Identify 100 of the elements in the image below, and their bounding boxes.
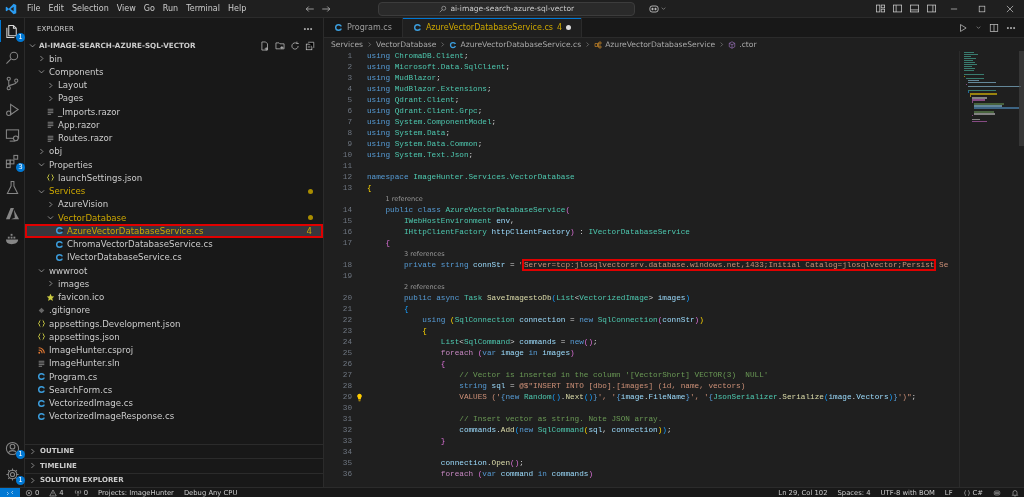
tree-item[interactable]: AzureVision [25,197,323,211]
chevron-right-icon [37,54,46,64]
tree-item[interactable]: bin [25,52,323,66]
lines-file-icon [46,120,55,130]
tree-item[interactable]: obj [25,144,323,158]
layout-icon[interactable] [892,3,903,14]
caret-icon[interactable] [660,5,668,12]
copilot-icon[interactable] [648,2,661,15]
tree-item[interactable]: ImageHunter.sln [25,356,323,370]
csharp-file-icon [55,226,64,236]
diamond-icon [37,305,46,315]
layout-icon[interactable] [875,3,886,14]
editor-tab[interactable]: AzureVectorDatabaseService.cs 4 [402,18,583,37]
menu-item[interactable]: Help [224,3,251,14]
cube-icon [728,40,737,49]
chevron-right-icon [37,146,46,156]
csharp-file-icon [37,385,46,395]
menu-item[interactable]: Terminal [182,3,224,14]
tree-item[interactable]: IVectorDatabaseService.cs [25,250,323,264]
settings-icon[interactable] [5,466,20,482]
csharp-file-icon [55,252,64,262]
run-icon[interactable] [958,22,968,33]
forward-arrow-icon[interactable] [321,3,332,14]
tree-item[interactable]: ImageHunter.csproj [25,343,323,357]
chevron-right-icon [718,41,726,48]
layout-icon[interactable] [926,3,937,14]
search-icon [439,4,448,13]
chevron-right-icon [366,41,374,48]
tree-item[interactable]: Services [25,184,323,198]
back-arrow-icon[interactable] [305,3,316,14]
lightbulb-icon[interactable] [355,393,364,402]
tree-item[interactable]: AzureVectorDatabaseService.cs 4 [25,224,323,238]
new-file-icon[interactable] [260,40,270,51]
chevron-right-icon [46,199,55,209]
extensions-icon[interactable] [5,153,20,169]
menu-item[interactable]: Run [158,3,183,14]
tree-item[interactable]: ChromaVectorDatabaseService.cs [25,237,323,251]
run-debug-icon[interactable] [5,101,20,117]
project-file-icon [37,345,46,355]
tree-item[interactable]: .gitignore [25,303,323,317]
source-control-icon[interactable] [5,75,20,91]
csharp-file-icon [55,239,64,249]
tree-item[interactable]: Routes.razor [25,131,323,145]
menu-item[interactable]: Selection [67,3,113,14]
chevron-right-icon [584,41,592,48]
azure-icon[interactable] [5,205,20,221]
csharp-file-icon [37,398,46,408]
flask-icon[interactable] [5,179,20,195]
tree-item[interactable]: images [25,277,323,291]
tree-item[interactable]: Pages [25,91,323,105]
account-icon[interactable] [5,440,20,456]
csharp-file-icon [37,411,46,421]
split-editor-icon[interactable] [989,22,999,33]
lines-file-icon [46,133,55,143]
star-icon [46,292,55,302]
tree-item[interactable]: wwwroot [25,264,323,278]
menu-item[interactable]: Edit [44,3,68,14]
tree-item[interactable]: favicon.ico [25,290,323,304]
refresh-icon[interactable] [290,40,300,51]
tree-item[interactable]: _Imports.razor [25,105,323,119]
tree-item[interactable]: launchSettings.json [25,171,323,185]
bell-icon[interactable] [1011,488,1019,497]
tree-item[interactable]: Layout [25,78,323,92]
tree-item[interactable]: VectorDatabase [25,211,323,225]
menu-item[interactable]: View [112,3,140,14]
files-icon[interactable] [5,23,20,39]
tree-item[interactable]: SearchForm.cs [25,383,323,397]
modified-dot [308,215,313,221]
tree-item[interactable]: appsettings.json [25,330,323,344]
chevron-right-icon [439,41,447,48]
unsaved-dot [566,25,572,30]
remote-icon [6,488,14,497]
search-icon[interactable] [5,49,20,65]
problem-count: 4 [306,225,312,236]
csharp-file-icon [449,40,458,49]
braces-icon [962,488,971,497]
braces-file-icon [46,173,55,183]
lines-file-icon [37,358,46,368]
caret-icon[interactable] [975,24,982,31]
tree-item[interactable]: Program.cs [25,370,323,384]
tree-item[interactable]: appsettings.Development.json [25,317,323,331]
menu-item[interactable]: Go [139,3,159,14]
new-folder-icon[interactable] [275,40,285,51]
tree-item[interactable]: VectorizedImage.cs [25,396,323,410]
tree-item[interactable]: Properties [25,158,323,172]
modified-dot [308,188,313,194]
tree-item[interactable]: Components [25,65,323,79]
close-icon[interactable] [1005,3,1015,14]
whale-icon[interactable] [5,231,20,247]
copilot-icon[interactable] [993,488,1001,497]
csharp-file-icon [334,23,343,32]
tree-item[interactable]: App.razor [25,118,323,132]
chevron-right-icon [46,279,55,289]
menu-item[interactable]: File [23,3,45,14]
layout-icon[interactable] [909,3,920,14]
collapse-all-icon[interactable] [305,40,315,51]
remote-explorer-icon[interactable] [5,127,20,143]
braces-file-icon [37,319,46,329]
tree-item[interactable]: VectorizedImageResponse.cs [25,409,323,423]
maximize-icon[interactable] [977,3,987,14]
